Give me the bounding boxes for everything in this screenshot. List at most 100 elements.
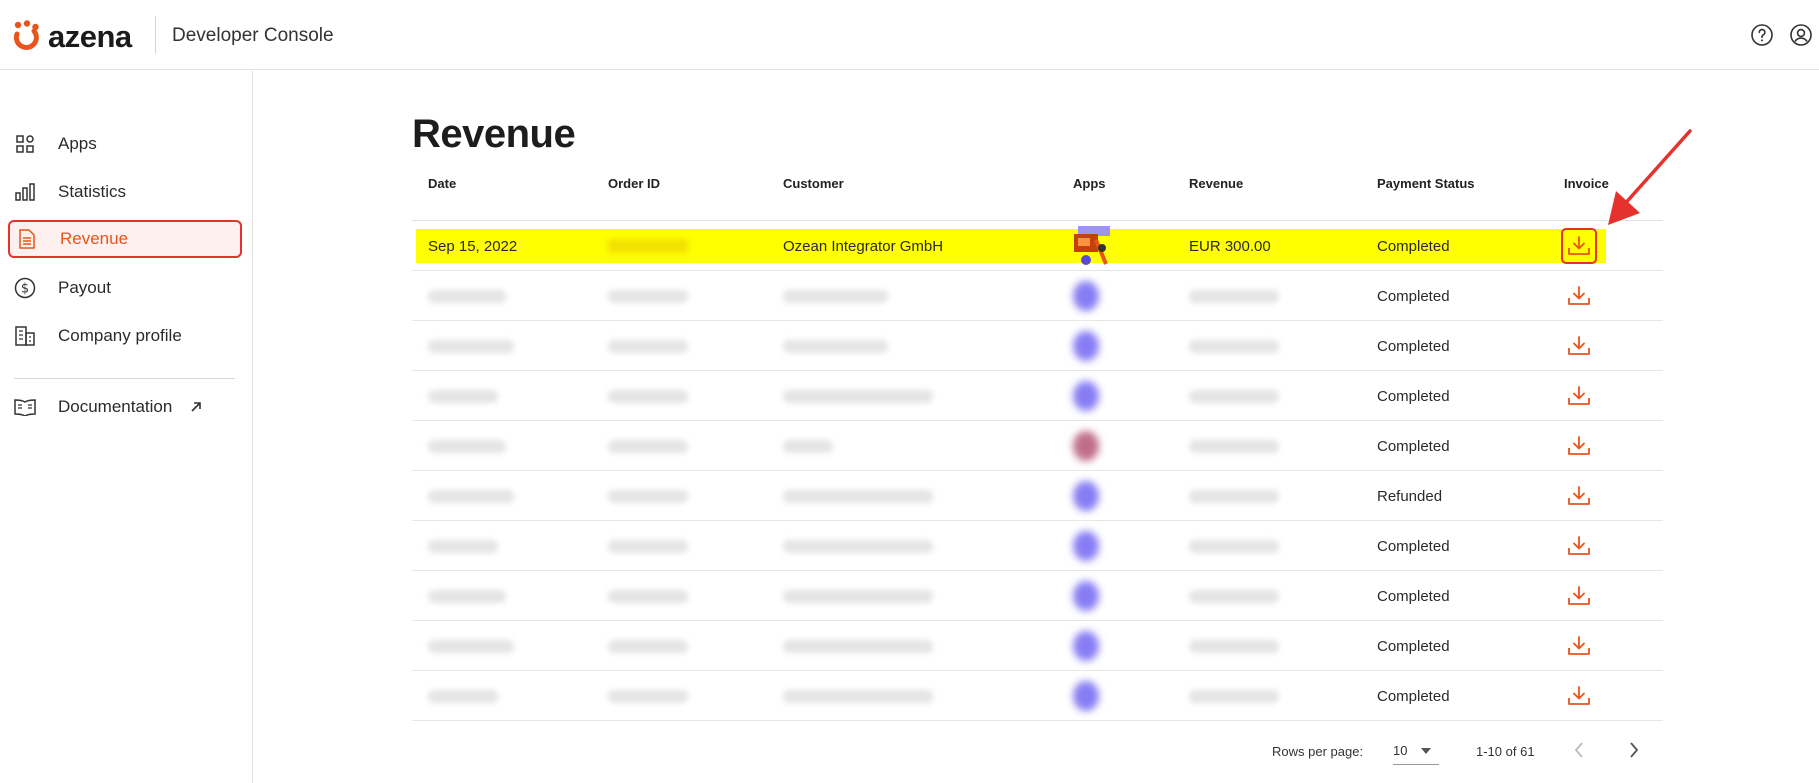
column-header-customer[interactable]: Customer <box>783 176 844 191</box>
download-icon <box>1568 236 1590 256</box>
cell-order-id-redacted <box>608 371 688 421</box>
cell-app-redacted <box>1073 521 1099 571</box>
cell-invoice <box>1561 671 1597 721</box>
chevron-left-icon[interactable] <box>1567 738 1591 762</box>
sidebar-item-apps[interactable]: Apps <box>8 125 242 163</box>
bar-chart-icon <box>14 181 36 203</box>
arrow-up-right-icon <box>190 401 202 413</box>
download-invoice-button[interactable] <box>1561 228 1597 264</box>
cell-revenue-redacted <box>1189 321 1279 371</box>
sidebar-item-label: Statistics <box>58 182 127 201</box>
table-row[interactable]: Completed <box>412 671 1663 721</box>
sidebar-item-label: Payout <box>58 278 111 297</box>
download-icon <box>1568 586 1590 606</box>
cell-order-id-redacted <box>608 271 688 321</box>
download-invoice-button[interactable] <box>1561 578 1597 614</box>
cell-payment-status: Completed <box>1377 337 1450 355</box>
cell-date-redacted <box>428 371 498 421</box>
cell-app-redacted <box>1073 421 1099 471</box>
column-header-date[interactable]: Date <box>428 176 456 191</box>
cell-revenue: EUR 300.00 <box>1189 237 1271 255</box>
help-icon[interactable] <box>1750 23 1774 47</box>
cell-revenue-redacted <box>1189 521 1279 571</box>
download-invoice-button[interactable] <box>1561 278 1597 314</box>
app-logo-icon <box>1070 226 1110 266</box>
sidebar-item-revenue[interactable]: Revenue <box>8 220 242 258</box>
cell-payment-status: Completed <box>1377 687 1450 705</box>
cell-date-redacted <box>428 571 506 621</box>
sidebar-item-label: Apps <box>58 134 97 153</box>
sidebar-item-label: Company profile <box>58 326 182 345</box>
chevron-right-icon[interactable] <box>1622 738 1646 762</box>
cell-revenue-redacted <box>1189 571 1279 621</box>
download-invoice-button[interactable] <box>1561 628 1597 664</box>
download-icon <box>1568 486 1590 506</box>
cell-payment-status: Completed <box>1377 537 1450 555</box>
column-header-order-id[interactable]: Order ID <box>608 176 660 191</box>
cell-app-redacted <box>1073 571 1099 621</box>
rows-per-page-select[interactable]: 10 <box>1393 737 1439 765</box>
download-invoice-button[interactable] <box>1561 328 1597 364</box>
table-row[interactable]: Sep 15, 2022 Ozean Integrator GmbH EUR 300… <box>412 221 1663 271</box>
cell-payment-status: Completed <box>1377 637 1450 655</box>
cell-invoice <box>1561 221 1597 271</box>
cell-date: Sep 15, 2022 <box>428 237 518 255</box>
table-row[interactable]: Completed <box>412 321 1663 371</box>
sidebar-item-documentation[interactable]: Documentation <box>8 388 242 426</box>
cell-order-id-redacted <box>608 471 688 521</box>
table-row[interactable]: Completed <box>412 571 1663 621</box>
download-invoice-button[interactable] <box>1561 378 1597 414</box>
cell-customer-redacted <box>783 371 933 421</box>
table-row[interactable]: Refunded <box>412 471 1663 521</box>
grid-icon <box>14 133 36 155</box>
sidebar-item-label: Documentation <box>58 397 173 416</box>
sidebar-item-company-profile[interactable]: Company profile <box>8 317 242 355</box>
cell-date-redacted <box>428 621 514 671</box>
table-row[interactable]: Completed <box>412 521 1663 571</box>
download-icon <box>1568 636 1590 656</box>
cell-customer-redacted <box>783 621 933 671</box>
cell-date-redacted <box>428 521 498 571</box>
azena-logo-mark <box>13 20 39 50</box>
download-invoice-button[interactable] <box>1561 478 1597 514</box>
cell-order-id-redacted <box>608 321 688 371</box>
sidebar-item-payout[interactable]: $ Payout <box>8 269 242 307</box>
cell-app-redacted <box>1073 621 1099 671</box>
cell-payment-status: Refunded <box>1377 487 1443 505</box>
cell-invoice <box>1561 421 1597 471</box>
column-header-apps[interactable]: Apps <box>1073 176 1106 191</box>
cell-customer-redacted <box>783 671 933 721</box>
cell-order-id-redacted <box>608 571 688 621</box>
download-invoice-button[interactable] <box>1561 528 1597 564</box>
cell-date-redacted <box>428 471 514 521</box>
cell-date-redacted <box>428 421 506 471</box>
brand-name: azena <box>48 18 132 54</box>
cell-customer-redacted <box>783 571 933 621</box>
azena-logo[interactable]: azena <box>12 18 132 54</box>
cell-revenue-redacted <box>1189 621 1279 671</box>
download-invoice-button[interactable] <box>1561 428 1597 464</box>
download-icon <box>1568 536 1590 556</box>
cell-app-icon <box>1070 221 1110 271</box>
cell-customer-redacted <box>783 321 888 371</box>
cell-date-redacted <box>428 321 514 371</box>
cell-app-redacted <box>1073 471 1099 521</box>
column-header-revenue[interactable]: Revenue <box>1189 176 1243 191</box>
table-row[interactable]: Completed <box>412 621 1663 671</box>
download-invoice-button[interactable] <box>1561 678 1597 714</box>
table-row[interactable]: Completed <box>412 371 1663 421</box>
book-icon <box>14 396 36 418</box>
cell-date-redacted <box>428 271 506 321</box>
building-icon <box>14 325 36 347</box>
download-icon <box>1568 436 1590 456</box>
rows-per-page-label: Rows per page: <box>1272 744 1364 759</box>
table-row[interactable]: Completed <box>412 271 1663 321</box>
download-icon <box>1568 386 1590 406</box>
column-header-payment-status[interactable]: Payment Status <box>1377 176 1475 191</box>
user-icon[interactable] <box>1789 23 1813 47</box>
table-row[interactable]: Completed <box>412 421 1663 471</box>
cell-customer-redacted <box>783 521 933 571</box>
sidebar-item-statistics[interactable]: Statistics <box>8 173 242 211</box>
cell-date-redacted <box>428 671 498 721</box>
cell-payment-status: Completed <box>1377 387 1450 405</box>
